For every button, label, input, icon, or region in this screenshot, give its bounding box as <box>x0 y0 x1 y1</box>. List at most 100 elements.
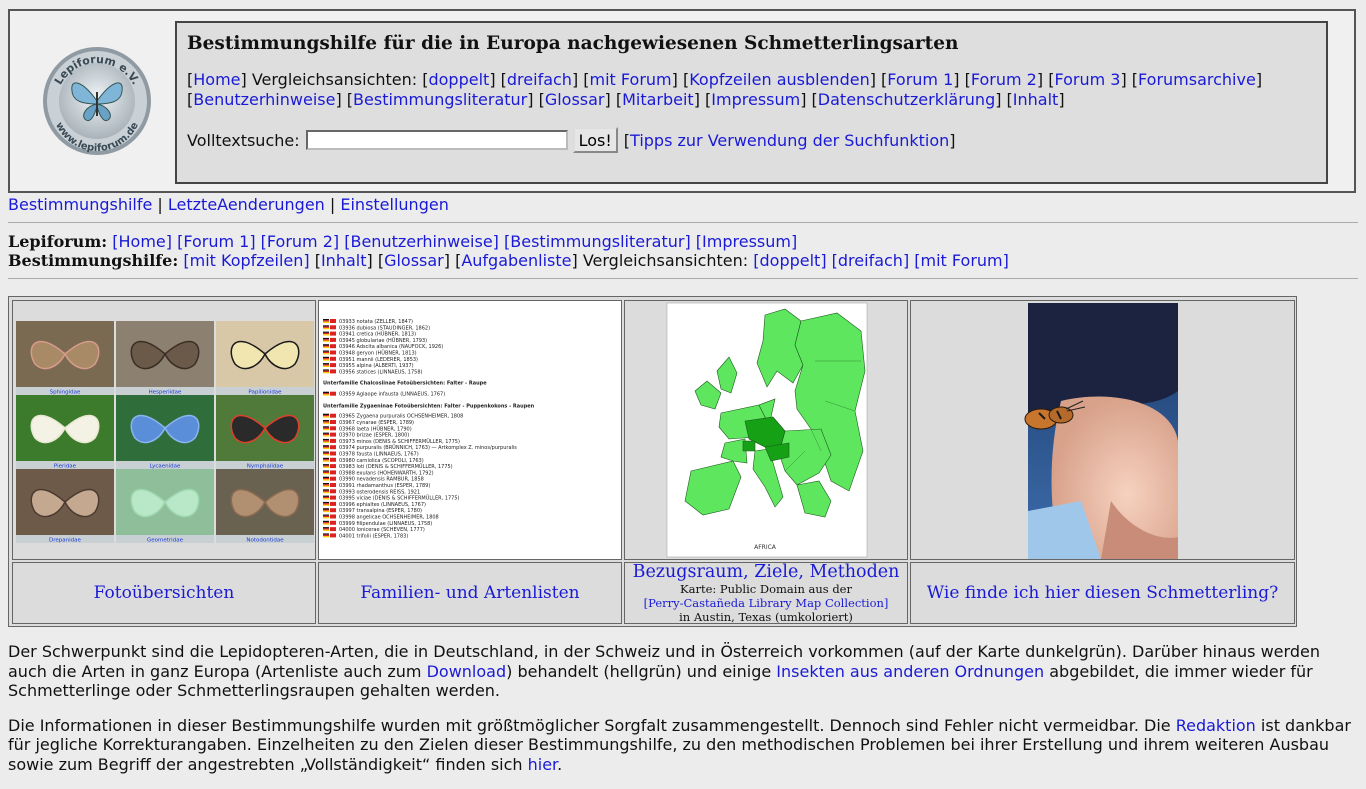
species-row[interactable]: 03995 viciae (DENIS & SCHIFFERMÜLLER, 17… <box>339 495 460 502</box>
family-label[interactable]: Geometridae <box>147 538 184 544</box>
bh-dreifach[interactable]: [dreifach] <box>832 251 910 270</box>
nav-impressum[interactable]: Impressum <box>711 90 800 109</box>
species-row[interactable]: 04001 trifolii (ESPER, 1783) <box>339 533 408 539</box>
species-row[interactable]: 03968 laeta (HÜBNER, 1790) <box>339 425 412 432</box>
bh-mit-forum[interactable]: [mit Forum] <box>914 251 1009 270</box>
family-label[interactable]: Nymphalidae <box>247 464 284 470</box>
bh-doppelt[interactable]: [doppelt] <box>753 251 826 270</box>
wiki-nav-bestimmungshilfe[interactable]: Bestimmungshilfe <box>8 195 152 214</box>
bestimmungshilfe-label: Bestimmungshilfe: <box>8 251 179 270</box>
nav-dreifach[interactable]: dreifach <box>507 70 572 89</box>
baby-butterfly-photo[interactable] <box>911 301 1294 559</box>
family-label[interactable]: Notodontidae <box>246 538 284 544</box>
species-row[interactable]: 03945 globulariae (HÜBNER, 1793) <box>339 337 427 344</box>
photo-grid-image[interactable]: Sphingidae Hesperiidae Papilionidae Pierida… <box>13 301 315 559</box>
europe-map-image[interactable]: AFRICA <box>625 301 907 559</box>
family-label[interactable]: Sphingidae <box>50 390 81 396</box>
link-perry-castaneda[interactable]: [Perry-Castañeda Library Map Collection] <box>644 596 889 610</box>
species-row[interactable]: 04000 lonicerae (SCHEVEN, 1777) <box>339 527 425 533</box>
bh-glossar[interactable]: Glossar <box>384 251 444 270</box>
species-row[interactable]: 03996 ephialtes (LINNAEUS, 1767) <box>339 502 426 508</box>
nav-forum-2[interactable]: Forum 2 <box>971 70 1037 89</box>
nav-forumsarchive[interactable]: Forumsarchive <box>1138 70 1256 89</box>
map-cell[interactable]: AFRICA <box>624 300 908 560</box>
nav-kopfzeilen-ausblenden[interactable]: Kopfzeilen ausblenden <box>689 70 869 89</box>
nav-mit-forum[interactable]: mit Forum <box>590 70 672 89</box>
link-wie-finde-ich[interactable]: Wie finde ich hier diesen Schmetterling? <box>927 583 1278 603</box>
lepi-benutzerhinweise[interactable]: [Benutzerhinweise] <box>344 232 499 251</box>
caption-familien: Familien- und Artenlisten <box>318 562 622 624</box>
species-row[interactable]: 03993 osterodensis REISS, 1921 <box>339 489 420 495</box>
species-row[interactable]: 03983 loti (DENIS & SCHIFFERMÜLLER, 1775… <box>339 463 453 470</box>
intro-text: Der Schwerpunkt sind die Lepidopteren-Ar… <box>8 642 1358 789</box>
header-nav: [Home] Vergleichsansichten: [doppelt] [d… <box>187 70 1263 109</box>
overview-table: Sphingidae Hesperiidae Papilionidae Pierida… <box>8 296 1297 627</box>
bh-inhalt[interactable]: Inhalt <box>321 251 367 270</box>
nav-mitarbeit[interactable]: Mitarbeit <box>622 90 694 109</box>
species-row[interactable]: 03941 cretica (HÜBNER, 1813) <box>339 331 416 338</box>
nav-forum-3[interactable]: Forum 3 <box>1054 70 1120 89</box>
nav-forum-1[interactable]: Forum 1 <box>887 70 953 89</box>
search-label: Volltextsuche: <box>187 130 300 150</box>
nav-bestimmungsliteratur[interactable]: Bestimmungsliteratur <box>353 90 527 109</box>
species-row[interactable]: 03951 mannii (LEDERER, 1853) <box>339 357 418 363</box>
bh-mit-kopfzeilen[interactable]: [mit Kopfzeilen] <box>183 251 309 270</box>
nav-glossar[interactable]: Glossar <box>545 90 605 109</box>
family-label[interactable]: Hesperiidae <box>149 390 182 396</box>
species-row[interactable]: 03956 statices (LINNAEUS, 1758) <box>339 369 423 375</box>
family-label[interactable]: Papilionidae <box>248 390 282 396</box>
nav-inhalt[interactable]: Inhalt <box>1013 90 1059 109</box>
species-row[interactable]: 03997 transalpina (ESPER, 1780) <box>339 508 422 514</box>
species-row[interactable]: 03991 rhadamanthus (ESPER, 1789) <box>339 483 430 489</box>
species-row[interactable]: 03973 minos (DENIS & SCHIFFERMÜLLER, 177… <box>339 438 460 445</box>
wiki-nav-letzte-aenderungen[interactable]: LetzteAenderungen <box>168 195 325 214</box>
species-row[interactable]: 03999 filipendulae (LINNAEUS, 1758) <box>339 521 432 527</box>
link-familien-artenlisten[interactable]: Familien- und Artenlisten <box>360 583 579 603</box>
search-button[interactable]: Los! <box>572 127 618 153</box>
lepi-forum-2[interactable]: [Forum 2] <box>261 232 339 251</box>
map-credit-text: Karte: Public Domain aus der <box>680 582 852 596</box>
lepiforum-logo[interactable]: Lepiforum e.V. www.lepiforum.de <box>42 46 152 156</box>
lepi-home[interactable]: [Home] <box>112 232 172 251</box>
header-panel: Bestimmungshilfe für die in Europa nachg… <box>175 21 1328 184</box>
link-insekten-andere-ordnungen[interactable]: Insekten aus anderen Ordnungen <box>776 662 1044 681</box>
species-list-image[interactable]: 03933 notata (ZELLER, 1847)03936 dubiosa… <box>319 301 621 559</box>
lepi-bestimmungsliteratur[interactable]: [Bestimmungsliteratur] <box>504 232 691 251</box>
species-row[interactable]: 03967 cynarae (ESPER, 1789) <box>339 420 414 426</box>
link-bezugsraum[interactable]: Bezugsraum, Ziele, Methoden <box>633 562 900 582</box>
species-row[interactable]: 03998 angelicae OCHSENHEIMER, 1808 <box>339 515 439 521</box>
bh-aufgabenliste[interactable]: Aufgabenliste <box>461 251 571 270</box>
nav-datenschutz[interactable]: Datenschutzerklärung <box>818 90 995 109</box>
search-input[interactable] <box>305 130 568 150</box>
species-row[interactable]: 03988 exulans (HOHENWARTH, 1792) <box>339 470 434 476</box>
species-row[interactable]: 03946 Adscita albanica (NAUFOCK, 1926) <box>339 344 443 350</box>
nav-doppelt[interactable]: doppelt <box>428 70 489 89</box>
lepi-forum-1[interactable]: [Forum 1] <box>177 232 255 251</box>
baby-photo-cell[interactable] <box>910 300 1295 560</box>
family-label[interactable]: Pieridae <box>54 464 77 470</box>
link-fotouebersichten[interactable]: Fotoübersichten <box>94 583 235 603</box>
nav-benutzerhinweise[interactable]: Benutzerhinweise <box>193 90 335 109</box>
nav-home[interactable]: Home <box>193 70 240 89</box>
link-hier[interactable]: hier <box>528 755 558 774</box>
species-row[interactable]: 03933 notata (ZELLER, 1847) <box>339 319 413 325</box>
species-row[interactable]: 03959 Aglaope infausta (LINNAEUS, 1767) <box>339 392 445 398</box>
lepi-impressum[interactable]: [Impressum] <box>696 232 797 251</box>
species-row[interactable]: 03974 purpuralis (BRÜNNICH, 1763) — Artk… <box>339 444 517 451</box>
link-redaktion[interactable]: Redaktion <box>1176 716 1256 735</box>
search-tips-link[interactable]: Tipps zur Verwendung der Suchfunktion <box>630 131 949 150</box>
family-label[interactable]: Lycaenidae <box>150 464 181 470</box>
species-row[interactable]: 03970 brizae (ESPER, 1800) <box>339 433 409 439</box>
species-row[interactable]: 03936 dubiosa (STAUDINGER, 1862) <box>339 325 430 331</box>
photo-grid-cell[interactable]: Sphingidae Hesperiidae Papilionidae Pierida… <box>12 300 316 560</box>
species-row[interactable]: 03980 carniolica (SCOPOLI, 1763) <box>339 458 424 464</box>
species-list-cell[interactable]: 03933 notata (ZELLER, 1847) 03936 dubiosa… <box>318 300 622 560</box>
link-download[interactable]: Download <box>427 662 507 681</box>
species-row[interactable]: 03990 nevadensis RAMBUR, 1858 <box>339 477 424 483</box>
family-label[interactable]: Drepanidae <box>49 538 81 544</box>
species-row[interactable]: 03948 geryon (HÜBNER, 1813) <box>339 350 417 357</box>
species-row[interactable]: 03978 fausta (LINNAEUS, 1767) <box>339 452 419 458</box>
species-row[interactable]: 03965 Zygaena purpuralis OCHSENHEIMER, 1… <box>339 414 463 420</box>
species-row[interactable]: 03955 alpina (ALBERTI, 1937) <box>339 363 414 369</box>
wiki-nav-einstellungen[interactable]: Einstellungen <box>340 195 448 214</box>
